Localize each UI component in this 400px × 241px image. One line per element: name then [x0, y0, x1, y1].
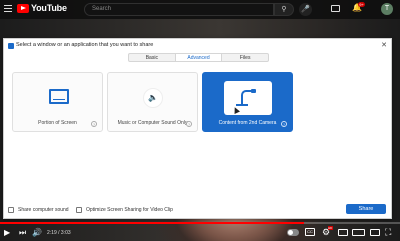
tab-basic[interactable]: Basic — [129, 54, 175, 61]
player-controls: ▶ ⏭ 🔊 2:19 / 3:03 CC ⚙ HD ⛶ — [0, 224, 400, 241]
share-mode-tabs: Basic Advanced Files — [128, 53, 269, 62]
miniplayer-icon[interactable] — [338, 229, 348, 236]
volume-icon[interactable]: 🔊 — [32, 227, 42, 238]
option-content-from-2nd-camera[interactable]: Content from 2nd Camera ? — [202, 72, 293, 132]
document-camera-icon — [224, 81, 272, 115]
captions-icon[interactable]: CC — [305, 228, 315, 236]
screen-portion-icon — [49, 89, 69, 104]
close-icon[interactable]: ✕ — [381, 41, 387, 49]
cast-icon[interactable] — [370, 229, 380, 236]
next-video-icon[interactable]: ⏭ — [19, 227, 26, 238]
hamburger-menu-icon[interactable] — [4, 5, 12, 12]
option-music-or-computer-sound[interactable]: 🔈 Music or Computer Sound Only ? — [107, 72, 198, 132]
share-sound-row: Share computer sound — [8, 205, 69, 214]
mouse-cursor-icon — [232, 106, 240, 114]
theater-mode-icon[interactable] — [352, 229, 365, 236]
search-input[interactable]: Search — [84, 3, 274, 16]
tab-files[interactable]: Files — [222, 54, 268, 61]
option-label: Portion of Screen — [38, 120, 77, 126]
tab-advanced[interactable]: Advanced — [174, 54, 223, 61]
time-display: 2:19 / 3:03 — [47, 230, 71, 236]
search-icon[interactable]: ⚲ — [274, 3, 294, 16]
autoplay-toggle[interactable] — [287, 229, 299, 236]
notification-count-badge: 9+ — [358, 2, 365, 7]
share-screen-dialog: Select a window or an application that y… — [3, 38, 392, 219]
speaker-icon: 🔈 — [143, 88, 163, 108]
microphone-icon[interactable]: 🎤 — [299, 3, 312, 16]
youtube-topbar: YouTube Search ⚲ 🎤 🔔 9+ T — [0, 0, 400, 19]
optimize-video-row: Optimize Screen Sharing for Video Clip — [76, 205, 173, 214]
optimize-video-label[interactable]: Optimize Screen Sharing for Video Clip — [86, 207, 173, 213]
share-computer-sound-checkbox[interactable] — [8, 206, 14, 213]
share-computer-sound-label[interactable]: Share computer sound — [18, 207, 69, 213]
option-portion-of-screen[interactable]: Portion of Screen ? — [12, 72, 103, 132]
avatar[interactable]: T — [381, 3, 393, 15]
option-label: Music or Computer Sound Only — [117, 120, 188, 126]
optimize-video-checkbox[interactable] — [76, 206, 82, 213]
hd-badge: HD — [328, 226, 333, 230]
app-icon — [8, 43, 14, 49]
help-icon[interactable]: ? — [186, 121, 192, 127]
youtube-logo-icon[interactable] — [17, 4, 29, 13]
fullscreen-icon[interactable]: ⛶ — [385, 227, 391, 238]
help-icon[interactable]: ? — [281, 121, 287, 127]
create-video-icon[interactable] — [331, 5, 340, 12]
dialog-title: Select a window or an application that y… — [16, 42, 154, 48]
play-icon[interactable]: ▶ — [4, 227, 10, 238]
option-label: Content from 2nd Camera — [218, 120, 277, 126]
share-button[interactable]: Share — [346, 204, 386, 214]
help-icon[interactable]: ? — [91, 121, 97, 127]
youtube-logo-text[interactable]: YouTube — [31, 3, 67, 13]
